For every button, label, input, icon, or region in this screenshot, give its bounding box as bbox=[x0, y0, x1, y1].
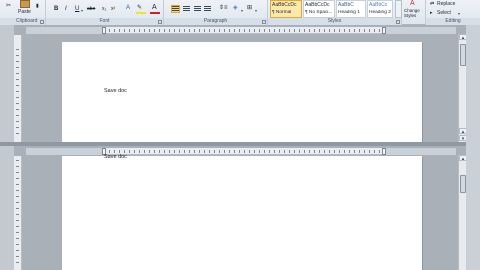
font-launcher[interactable] bbox=[158, 20, 162, 24]
paragraph-group: ⇕≡ ◈ ▾ ⊞ ▾ Paragraph bbox=[164, 0, 268, 25]
styles-group-label: Styles bbox=[268, 18, 401, 25]
right-indent-marker[interactable] bbox=[382, 148, 386, 155]
editing-group-label: Editing bbox=[426, 18, 480, 25]
select-dropdown-icon[interactable]: ▾ bbox=[458, 10, 460, 18]
style-preview: AaBbC bbox=[338, 2, 354, 8]
font-color-button[interactable]: A bbox=[152, 4, 157, 12]
paragraph-group-label: Paragraph bbox=[164, 18, 267, 25]
vertical-scrollbar-top[interactable]: ▴ ▴ ▾ bbox=[458, 34, 467, 142]
vertical-ruler-top[interactable] bbox=[14, 35, 22, 142]
font-group: B I U ▾ abe x₂ x² A ✎ A Font bbox=[46, 0, 164, 25]
style-heading-1[interactable]: AaBbC Heading 1 bbox=[336, 0, 366, 18]
right-indent-marker[interactable] bbox=[382, 27, 386, 34]
ruler-right-margin bbox=[386, 148, 456, 155]
italic-button[interactable]: I bbox=[65, 5, 67, 13]
style-preview: AaBbCcDc bbox=[272, 2, 297, 8]
editing-group: ⇄ Replace ▸ Select ▾ Editing bbox=[426, 0, 480, 25]
shading-icon[interactable]: ◈ bbox=[233, 4, 238, 12]
styles-launcher[interactable] bbox=[396, 20, 400, 24]
strikethrough-button[interactable]: abe bbox=[87, 5, 95, 13]
paragraph-launcher[interactable] bbox=[262, 20, 266, 24]
ruler-right-margin bbox=[386, 27, 456, 34]
replace-icon[interactable]: ⇄ bbox=[430, 0, 434, 8]
horizontal-ruler-top[interactable] bbox=[26, 27, 456, 34]
horizontal-ruler-bottom[interactable] bbox=[26, 148, 456, 155]
select-button[interactable]: Select bbox=[437, 9, 451, 17]
change-styles-icon[interactable]: A bbox=[410, 0, 415, 8]
document-text[interactable]: Save doc bbox=[104, 154, 127, 160]
text-effects-icon[interactable]: A bbox=[126, 4, 130, 12]
highlight-color-swatch bbox=[136, 12, 146, 14]
ruler-left-margin bbox=[26, 148, 102, 155]
paste-button[interactable]: Paste bbox=[18, 8, 31, 16]
font-group-label: Font bbox=[46, 18, 163, 25]
vertical-ruler-ticks bbox=[16, 160, 19, 268]
styles-group: AaBbCcDc ¶ Normal AaBbCcDc ¶ No Spaci...… bbox=[268, 0, 402, 25]
style-normal[interactable]: AaBbCcDc ¶ Normal bbox=[270, 0, 302, 18]
left-indent-marker[interactable] bbox=[102, 27, 106, 34]
ruler-left-margin bbox=[26, 27, 102, 34]
bold-button[interactable]: B bbox=[54, 5, 58, 13]
clipboard-group: Paste ✂ ▮ Clipboard bbox=[0, 0, 46, 25]
align-left-button[interactable] bbox=[171, 5, 180, 13]
style-name: Heading 1 bbox=[338, 10, 360, 15]
style-name: Heading 2 bbox=[369, 10, 391, 15]
document-page-bottom[interactable]: Save doc bbox=[62, 154, 422, 270]
style-heading-2[interactable]: AaBbCc Heading 2 bbox=[367, 0, 393, 18]
change-styles-group: A Change Styles bbox=[402, 0, 426, 25]
shading-dropdown-icon[interactable]: ▾ bbox=[241, 7, 243, 15]
style-name: ¶ Normal bbox=[272, 10, 292, 15]
ruler-ticks bbox=[104, 29, 384, 32]
vertical-ruler-ticks bbox=[16, 49, 19, 139]
select-icon[interactable]: ▸ bbox=[430, 9, 433, 17]
font-color-swatch bbox=[150, 12, 160, 14]
borders-dropdown-icon[interactable]: ▾ bbox=[255, 7, 257, 15]
format-painter-icon[interactable]: ▮ bbox=[36, 2, 39, 10]
change-styles-button[interactable]: Change Styles bbox=[404, 8, 426, 18]
align-center-button[interactable] bbox=[183, 6, 190, 12]
style-preview: AaBbCcDc bbox=[305, 2, 330, 8]
left-gutter-bottom bbox=[0, 146, 14, 270]
left-gutter-top bbox=[0, 25, 14, 142]
document-text[interactable]: Save doc bbox=[104, 88, 127, 94]
document-page-top[interactable]: Save doc bbox=[62, 42, 422, 142]
style-no-spacing[interactable]: AaBbCcDc ¶ No Spaci... bbox=[303, 0, 335, 18]
styles-gallery-scroll[interactable] bbox=[395, 0, 402, 18]
highlight-icon[interactable]: ✎ bbox=[137, 4, 142, 12]
replace-button[interactable]: Replace bbox=[437, 0, 455, 8]
vertical-scrollbar-bottom[interactable]: ▴ bbox=[458, 155, 467, 270]
borders-icon[interactable]: ⊞ bbox=[247, 4, 252, 12]
underline-button[interactable]: U bbox=[75, 5, 79, 13]
underline-dropdown-icon[interactable]: ▾ bbox=[81, 7, 83, 15]
cut-icon[interactable]: ✂ bbox=[6, 2, 11, 10]
style-preview: AaBbCc bbox=[369, 2, 388, 8]
line-spacing-icon[interactable]: ⇕≡ bbox=[219, 4, 228, 12]
superscript-button[interactable]: x² bbox=[111, 5, 115, 13]
window-right-edge bbox=[466, 25, 480, 270]
align-right-button[interactable] bbox=[194, 6, 201, 12]
clipboard-launcher[interactable] bbox=[40, 20, 44, 24]
paste-icon[interactable] bbox=[20, 0, 30, 8]
subscript-button[interactable]: x₂ bbox=[102, 5, 106, 13]
word-window: Paste ✂ ▮ Clipboard B I U ▾ abe x₂ x² A … bbox=[0, 0, 480, 270]
vertical-ruler-bottom[interactable] bbox=[14, 156, 22, 270]
ribbon: Paste ✂ ▮ Clipboard B I U ▾ abe x₂ x² A … bbox=[0, 0, 480, 25]
clipboard-group-label: Clipboard bbox=[0, 18, 45, 25]
ruler-ticks bbox=[104, 150, 384, 153]
style-name: ¶ No Spaci... bbox=[305, 10, 333, 15]
split-bar[interactable] bbox=[0, 142, 480, 146]
justify-button[interactable] bbox=[204, 6, 211, 12]
